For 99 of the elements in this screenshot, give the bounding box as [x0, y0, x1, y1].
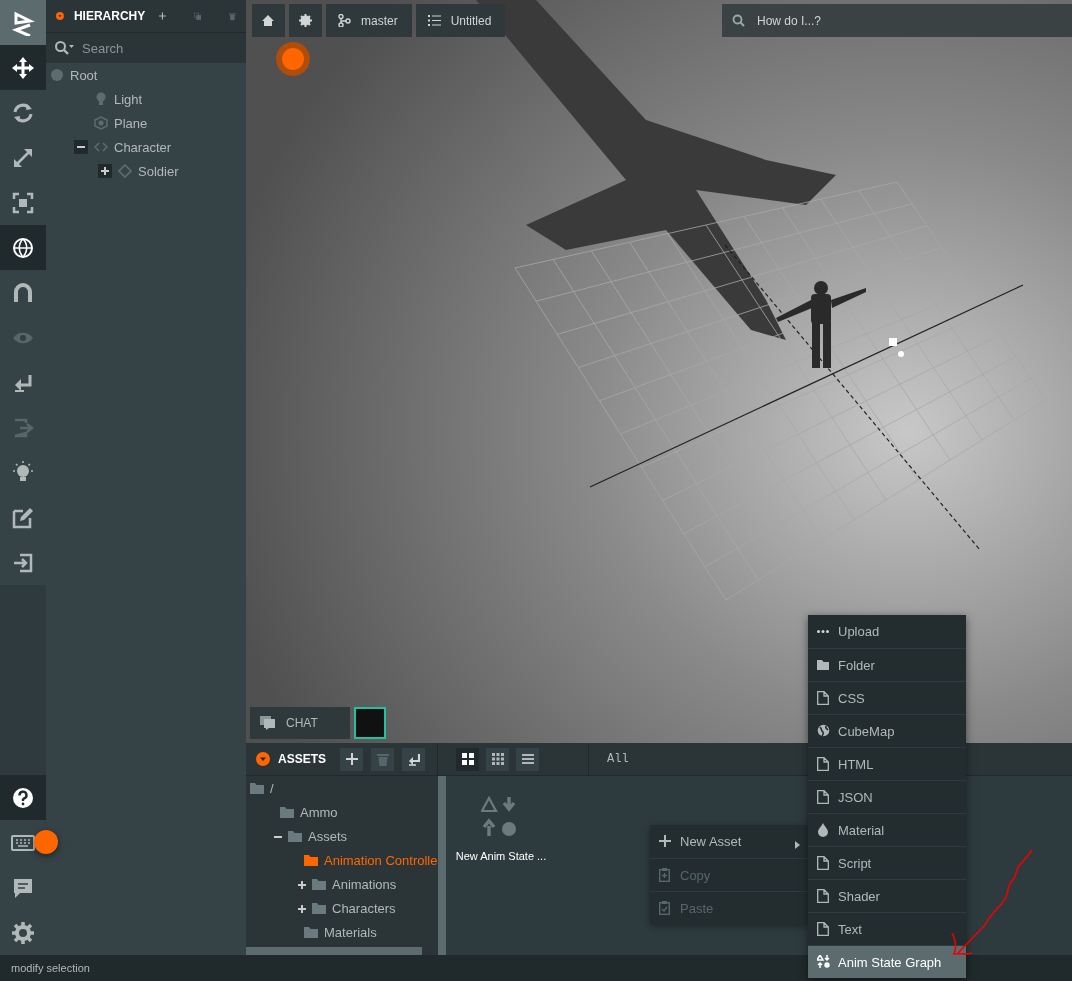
folder-tree-item[interactable]: /	[270, 780, 274, 796]
logo-button[interactable]	[0, 0, 46, 45]
panel-title: ASSETS	[278, 752, 326, 766]
minus-icon	[77, 143, 85, 151]
diamond-icon	[118, 164, 132, 178]
file-icon	[816, 691, 830, 705]
return-arrow-icon	[407, 752, 420, 766]
add-icon	[159, 10, 167, 22]
folder-tree-item[interactable]: Assets	[308, 828, 347, 844]
large-grid-icon	[461, 753, 474, 765]
file-icon	[816, 856, 830, 870]
file-icon	[816, 790, 830, 804]
large-grid-view-button[interactable]	[456, 747, 479, 771]
submenu-caret-icon	[795, 841, 800, 849]
tree-item[interactable]: Plane	[114, 115, 148, 131]
add-icon	[659, 834, 671, 849]
tree-item[interactable]: Soldier	[138, 163, 179, 179]
list-button[interactable]: Untitled	[415, 4, 506, 37]
search-field[interactable]: Search	[80, 39, 234, 57]
menu-item[interactable]: Script	[808, 846, 966, 879]
clipboard-check-icon	[659, 901, 671, 915]
folder-tree-item[interactable]: Animations	[332, 876, 397, 892]
character-model[interactable]	[776, 281, 866, 368]
folder-tree-item[interactable]: Materials	[324, 924, 377, 940]
expand-toggle[interactable]	[98, 164, 112, 178]
logo-icon	[10, 9, 36, 36]
anim-state-graph-icon	[816, 955, 830, 969]
hexagon-icon	[94, 116, 108, 130]
help-search-bar[interactable]: How do I...?	[722, 4, 1072, 37]
menu-item[interactable]: Anim State Graph	[808, 945, 966, 978]
small-grid-icon	[491, 753, 504, 765]
tree-item[interactable]: Character	[114, 139, 172, 155]
collapse-icon	[56, 9, 64, 23]
return-arrow-button[interactable]	[402, 747, 425, 771]
help-search-field[interactable]: How do I...?	[755, 12, 1059, 29]
collapse-icon	[256, 752, 270, 766]
menu-item[interactable]: Shader	[808, 879, 966, 912]
menu-item[interactable]: HTML	[808, 747, 966, 780]
home-icon	[262, 14, 275, 27]
add-button[interactable]	[340, 747, 363, 771]
avatar-placeholder[interactable]	[354, 707, 386, 739]
add-icon	[345, 752, 358, 766]
globe-tool[interactable]	[0, 225, 46, 270]
settings-icon	[299, 14, 312, 27]
duplicate-icon	[193, 9, 202, 23]
folder-icon	[312, 878, 326, 890]
globe-icon	[816, 724, 830, 738]
list-view-button[interactable]	[516, 747, 539, 771]
drop-icon	[816, 823, 830, 837]
tree-item[interactable]: Root	[70, 67, 98, 83]
folder-icon	[304, 926, 318, 938]
plus-icon	[101, 167, 109, 175]
menu-item[interactable]: Folder	[808, 648, 966, 681]
search-icon	[54, 40, 74, 56]
folder-icon	[288, 830, 302, 842]
lightbulb-icon	[94, 92, 108, 106]
move-tool[interactable]	[0, 45, 46, 90]
settings-button[interactable]	[289, 4, 322, 37]
menu-item[interactable]: Material	[808, 813, 966, 846]
asset-name[interactable]: New Anim State ...	[455, 850, 547, 862]
clipboard-plus-icon	[659, 868, 671, 882]
help-tool[interactable]	[0, 775, 46, 820]
list-icon	[427, 14, 441, 27]
menu-item[interactable]: CSS	[808, 681, 966, 714]
folder-icon	[304, 854, 318, 866]
plus-icon	[298, 904, 306, 913]
search-bar[interactable]: Search	[46, 33, 246, 63]
horizontal-scrollbar[interactable]	[246, 947, 422, 955]
tree-item[interactable]: Light	[114, 91, 143, 107]
menu-item[interactable]: CubeMap	[808, 714, 966, 747]
settings-icon	[10, 919, 36, 946]
menu-item[interactable]: Upload	[808, 615, 966, 648]
file-icon	[816, 757, 830, 771]
root-dot-icon	[50, 68, 64, 82]
panel-title: HIERARCHY	[73, 9, 146, 23]
list-icon	[521, 753, 534, 765]
menu-item[interactable]: JSON	[808, 780, 966, 813]
folder-icon	[312, 902, 326, 914]
chat-button[interactable]: CHAT	[250, 707, 350, 739]
search-icon	[732, 14, 745, 27]
chat-icon	[260, 716, 276, 730]
folder-icon	[250, 782, 264, 794]
code-brackets-icon	[94, 140, 108, 154]
menu-item[interactable]: New Asset	[650, 825, 808, 858]
small-grid-view-button[interactable]	[486, 747, 509, 771]
trash-icon	[376, 752, 389, 766]
home-button[interactable]	[252, 4, 285, 37]
file-icon	[816, 889, 830, 903]
plus-icon	[298, 880, 306, 889]
branch-icon	[338, 14, 351, 27]
folder-tree-item[interactable]: Ammo	[300, 804, 338, 820]
collapse-toggle[interactable]	[74, 140, 88, 154]
file-icon	[816, 922, 830, 936]
folder-tree-item[interactable]: Characters	[332, 900, 396, 916]
branch-button[interactable]: master	[326, 4, 412, 37]
folder-icon	[816, 658, 830, 672]
status-text: modify selection	[11, 962, 90, 974]
folder-icon	[280, 806, 294, 818]
folder-tree-item[interactable]: Animation Controlle	[324, 852, 438, 868]
